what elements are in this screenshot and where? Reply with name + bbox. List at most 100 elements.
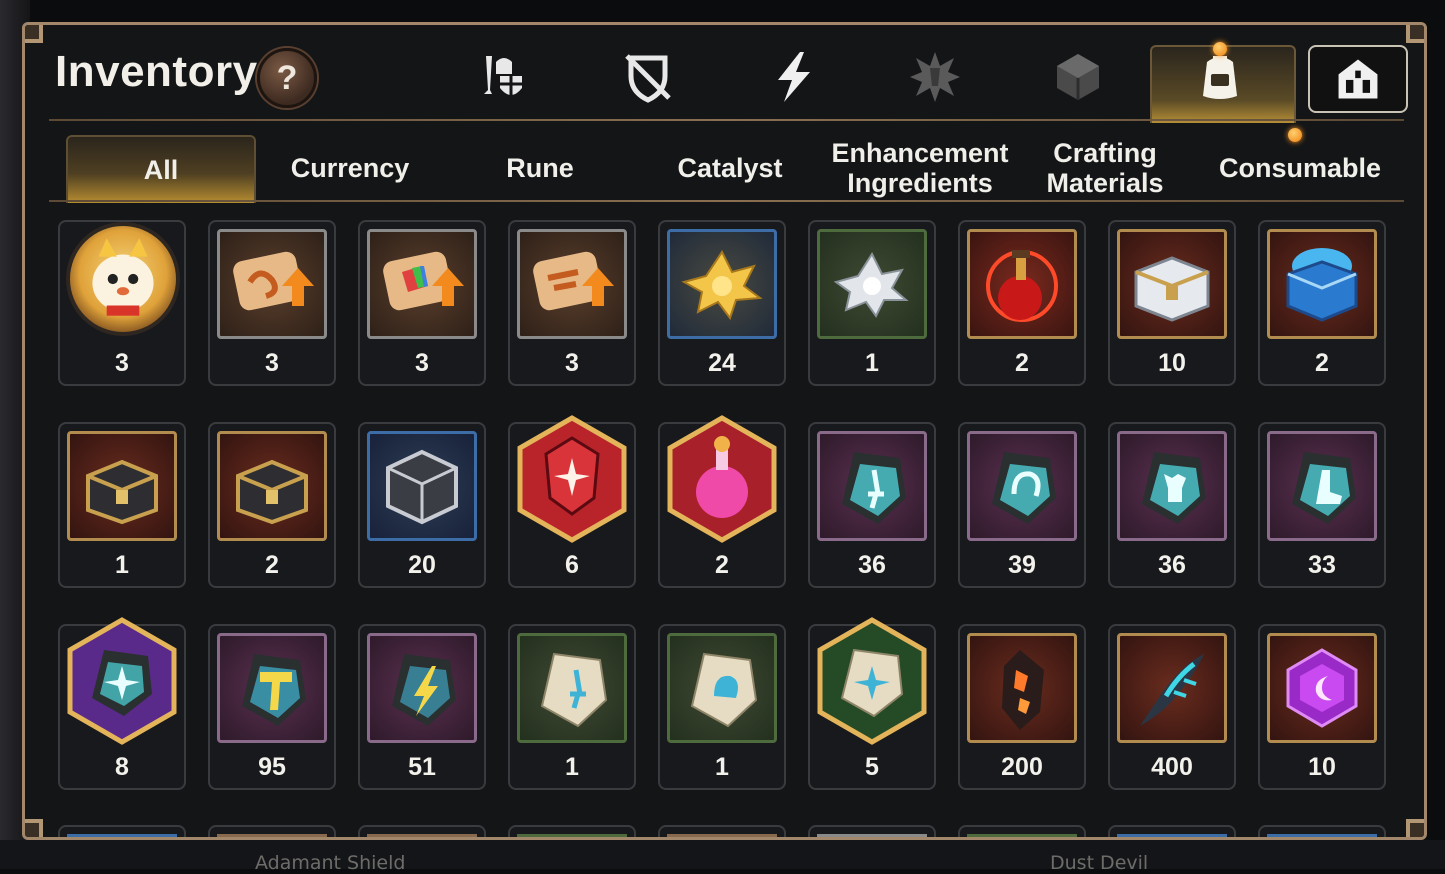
- tab-all[interactable]: All: [66, 135, 256, 203]
- inventory-item[interactable]: 24: [658, 220, 786, 386]
- category-emblem[interactable]: [905, 47, 965, 107]
- background-bottom-strip: [0, 840, 1445, 869]
- inventory-item[interactable]: 10: [1258, 624, 1386, 790]
- inventory-item[interactable]: 2: [208, 422, 336, 588]
- hammer-rune-stone-icon: [217, 633, 327, 743]
- tab-catalyst[interactable]: Catalyst: [635, 135, 825, 201]
- inventory-item[interactable]: 95: [208, 624, 336, 790]
- corner-ornament: [25, 819, 43, 837]
- cyan-feather-icon: [1117, 633, 1227, 743]
- item-quantity: 1: [115, 551, 129, 579]
- inventory-item-partial[interactable]: [508, 825, 636, 837]
- inventory-item-partial[interactable]: [958, 825, 1086, 837]
- inventory-item[interactable]: 2: [1258, 220, 1386, 386]
- inventory-item[interactable]: 3: [508, 220, 636, 386]
- category-skill[interactable]: [763, 47, 823, 107]
- inventory-item[interactable]: 3: [358, 220, 486, 386]
- item-quantity: 2: [265, 551, 279, 579]
- item-quantity: 20: [408, 551, 436, 579]
- tab-consumable[interactable]: Consumable: [1200, 135, 1400, 201]
- purple-moon-gem-icon: [1267, 633, 1377, 743]
- backpack-icon: [1203, 56, 1237, 99]
- inventory-item-partial[interactable]: [58, 825, 186, 837]
- tab-currency[interactable]: Currency: [255, 135, 445, 201]
- item-quantity: 8: [115, 753, 129, 781]
- sword-helmet-shield-icon: [484, 56, 522, 96]
- red-star-gem-icon: [517, 415, 627, 543]
- inventory-item[interactable]: 8: [58, 617, 186, 790]
- inventory-item-partial[interactable]: [1108, 825, 1236, 837]
- inventory-item[interactable]: 2: [658, 415, 786, 588]
- star-pale-stone-icon: [817, 617, 927, 745]
- page-title: Inventory: [55, 47, 258, 96]
- inventory-item[interactable]: 36: [1108, 422, 1236, 588]
- armor-rune-stone-icon: [1117, 431, 1227, 541]
- mascot-coin-icon: [66, 222, 180, 336]
- notification-dot: [1213, 42, 1227, 56]
- inventory-item[interactable]: 1: [58, 422, 186, 588]
- burst-emblem-icon: [910, 52, 960, 102]
- inventory-item[interactable]: 20: [358, 422, 486, 588]
- tab-enhancement-ingredients[interactable]: Enhancement Ingredients: [825, 135, 1015, 201]
- inventory-item[interactable]: 39: [958, 422, 1086, 588]
- gold-crystal-cluster-icon: [667, 229, 777, 339]
- item-quantity: 10: [1158, 349, 1186, 377]
- corner-ornament: [1406, 25, 1424, 43]
- inventory-item[interactable]: 3: [208, 220, 336, 386]
- item-quantity: 33: [1308, 551, 1336, 579]
- inventory-item-partial[interactable]: [358, 825, 486, 837]
- help-button[interactable]: ?: [257, 48, 317, 108]
- crossed-shield-icon: [625, 54, 671, 103]
- inventory-item[interactable]: 1: [508, 624, 636, 790]
- inventory-item[interactable]: 10: [1108, 220, 1236, 386]
- inventory-item-partial[interactable]: [658, 825, 786, 837]
- tab-crafting-materials[interactable]: Crafting Materials: [1015, 135, 1195, 201]
- helmet-rune-stone-icon: [967, 431, 1077, 541]
- tab-rune[interactable]: Rune: [445, 135, 635, 201]
- item-quantity: 39: [1008, 551, 1036, 579]
- cube-icon: [1057, 54, 1099, 100]
- inventory-item[interactable]: 51: [358, 624, 486, 790]
- corner-ornament: [1406, 819, 1424, 837]
- item-quantity: 3: [565, 349, 579, 377]
- category-castle[interactable]: [1308, 45, 1408, 113]
- inventory-item[interactable]: 6: [508, 415, 636, 588]
- category-shield[interactable]: [618, 47, 678, 107]
- pink-potion-icon: [667, 415, 777, 543]
- category-inventory[interactable]: [1190, 47, 1250, 107]
- inventory-item[interactable]: 33: [1258, 422, 1386, 588]
- sword-pale-stone-icon: [517, 633, 627, 743]
- inventory-item[interactable]: 400: [1108, 624, 1236, 790]
- scroll-upgrade-icon: [217, 229, 327, 339]
- inventory-item-partial[interactable]: [208, 825, 336, 837]
- item-quantity: 51: [408, 753, 436, 781]
- helmet-pale-stone-icon: [667, 633, 777, 743]
- dark-chest-icon: [67, 431, 177, 541]
- item-quantity: 6: [565, 551, 579, 579]
- lightning-icon: [778, 52, 810, 102]
- red-potion-icon: [967, 229, 1077, 339]
- category-cube[interactable]: [1048, 47, 1108, 107]
- item-quantity: 5: [865, 753, 879, 781]
- category-equipment[interactable]: [473, 47, 533, 107]
- inventory-item[interactable]: 3: [58, 220, 186, 386]
- item-quantity: 400: [1151, 753, 1193, 781]
- inventory-item[interactable]: 2: [958, 220, 1086, 386]
- inventory-item[interactable]: 5: [808, 617, 936, 790]
- sword-rune-stone-icon: [817, 431, 927, 541]
- item-quantity: 2: [1315, 349, 1329, 377]
- item-quantity: 24: [708, 349, 736, 377]
- inventory-item-partial[interactable]: [1258, 825, 1386, 837]
- item-quantity: 10: [1308, 753, 1336, 781]
- inventory-item[interactable]: 1: [808, 220, 936, 386]
- inventory-item[interactable]: 200: [958, 624, 1086, 790]
- corner-ornament: [25, 25, 43, 43]
- item-quantity: 200: [1001, 753, 1043, 781]
- inventory-item-partial[interactable]: [808, 825, 936, 837]
- inventory-item[interactable]: 36: [808, 422, 936, 588]
- item-quantity: 3: [115, 349, 129, 377]
- background-item-name: Dust Devil: [1050, 852, 1149, 874]
- item-quantity: 36: [1158, 551, 1186, 579]
- inventory-item[interactable]: 1: [658, 624, 786, 790]
- tab-divider: [49, 200, 1404, 202]
